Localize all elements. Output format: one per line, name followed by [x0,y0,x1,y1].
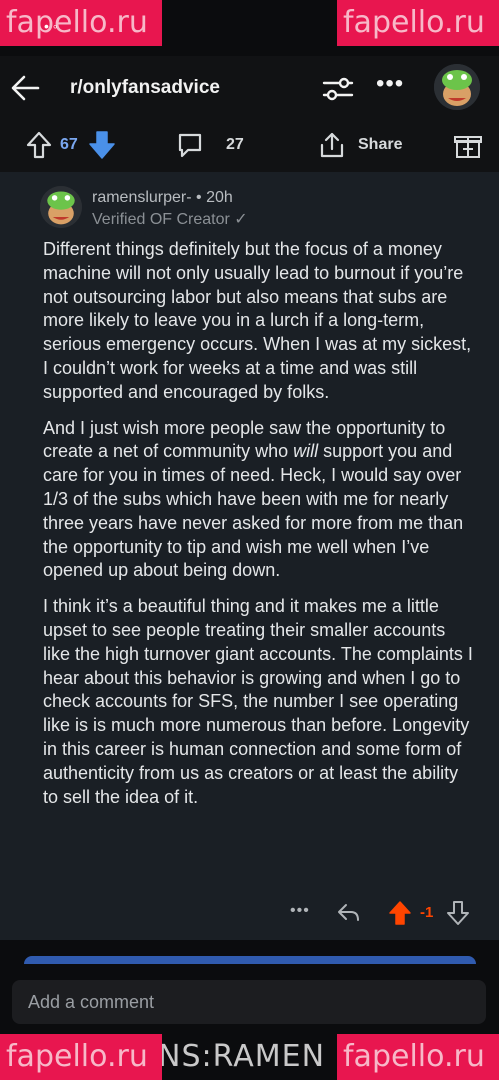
comment-count: 27 [226,136,244,153]
user-avatar[interactable] [434,64,480,110]
subreddit-name[interactable]: r/onlyfansadvice [70,77,220,99]
share-label: Share [358,136,403,153]
comment-username[interactable]: ramenslurper- [92,189,192,206]
comment-upvote-icon[interactable] [388,900,412,926]
upvote-count: 67 [60,136,78,153]
comment-actions: ••• -1 [0,900,499,930]
back-arrow-icon[interactable] [8,70,44,106]
comment-emphasis: will [293,441,319,462]
comment-avatar[interactable] [40,186,82,228]
comment-card: ramenslurper- • 20h Verified OF Creator … [0,172,499,940]
watermark-top-left: fapello.ru [0,0,162,46]
comment-author[interactable]: ramenslurper- • 20h [92,189,233,207]
comment-time: • 20h [196,189,233,206]
comment-body: Different things definitely but the focu… [43,238,473,821]
award-icon[interactable] [454,130,482,160]
comment-paragraph: Different things definitely but the focu… [43,239,472,402]
downvote-icon[interactable] [88,130,116,160]
filter-icon[interactable] [322,74,354,104]
watermark-bottom-right: fapello.ru [337,1034,499,1080]
comment-downvote-icon[interactable] [446,900,470,926]
comment-paragraph: And I just wish more people saw the oppo… [43,417,473,584]
comments-button[interactable]: 27 [176,130,244,160]
comment-paragraph: I think it’s a beautiful thing and it ma… [43,596,473,807]
add-comment-input[interactable]: Add a comment [12,980,486,1024]
watermark-bottom-left: fapello.ru [0,1034,162,1080]
watermark-top-right: fapello.ru [337,0,499,46]
comment-icon [178,133,202,158]
more-icon[interactable]: ••• [376,70,404,98]
comment-more-icon[interactable]: ••• [290,902,310,920]
share-button[interactable]: Share [318,130,402,160]
upvote-icon[interactable] [26,131,52,159]
reply-icon[interactable] [336,902,360,924]
comment-score: -1 [420,904,434,921]
overlay-text: NS:RAMEN [158,1039,326,1074]
status-indicator: • ◦ [44,18,58,34]
comment-text: support you and care for you in times of… [43,441,464,581]
post-action-bar: 67 27 Share [0,120,499,172]
post-header: r/onlyfansadvice ••• [0,56,499,120]
vote-group: 67 [26,130,116,160]
user-flair: Verified OF Creator ✓ [92,211,248,228]
share-icon [320,132,344,158]
